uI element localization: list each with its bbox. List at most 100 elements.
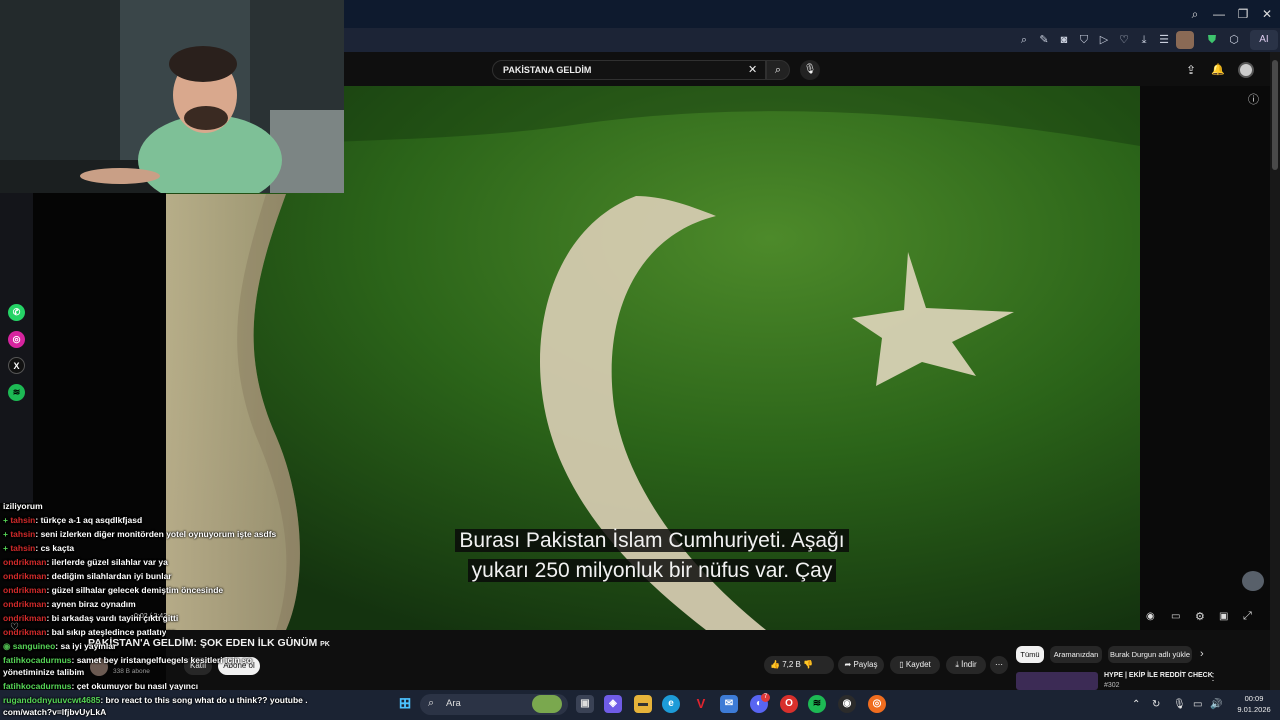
chat-line: + tahsin: cs kaçta — [3, 543, 75, 553]
heart-icon: ♡ — [10, 622, 19, 633]
search-icon: ⌕ — [774, 64, 782, 76]
spotify-taskbar-icon[interactable]: ≋ — [808, 695, 826, 713]
info-icon[interactable]: ⓘ — [1248, 91, 1259, 107]
chip-channel-uploads[interactable]: Burak Durgun adlı yükle — [1108, 646, 1192, 663]
chips-next-icon[interactable]: › — [1200, 648, 1204, 660]
download-label: İndir — [961, 660, 977, 669]
heart-icon[interactable]: ♡ — [1116, 32, 1132, 48]
chat-line: ondrikman: dediğim silahlardan iyi bunla… — [3, 571, 172, 581]
share-icon: ➦ — [844, 660, 852, 669]
shield-icon[interactable]: ⛉ — [1076, 32, 1092, 48]
save-label: Kaydet — [905, 660, 931, 669]
spotify-icon: ≋ — [8, 384, 25, 401]
extension-shield-icon[interactable]: ⛊ — [1204, 32, 1220, 48]
windows-start-icon[interactable]: ⊞ — [396, 695, 414, 713]
suggested-more-icon[interactable]: ⋮ — [1208, 672, 1218, 683]
ai-label: AI — [1259, 34, 1269, 45]
minimize-button[interactable]: — — [1210, 6, 1228, 22]
miniplayer-icon[interactable]: ▣ — [1219, 611, 1228, 622]
captions-icon[interactable]: ▭ — [1171, 611, 1180, 622]
more-actions-icon[interactable]: ⋯ — [990, 656, 1008, 674]
edge-icon[interactable]: e — [662, 695, 680, 713]
whatsapp-icon: ✆ — [8, 304, 25, 321]
mic-tray-icon[interactable]: 🎙 — [1173, 699, 1186, 710]
flag-label: PK — [320, 641, 330, 648]
download-icon[interactable]: ⤓ — [1136, 32, 1152, 48]
voice-search-button[interactable]: 🎙 — [800, 60, 820, 80]
chip-all[interactable]: Tümü — [1016, 646, 1044, 663]
valorant-icon[interactable]: V — [692, 695, 710, 713]
play-icon[interactable]: ▷ — [1096, 32, 1112, 48]
chat-line: + tahsin: seni izlerken diğer monitörden… — [3, 529, 277, 539]
mic-icon: 🎙 — [803, 64, 817, 75]
save-button[interactable]: ▯ Kaydet — [890, 656, 940, 674]
chat-line: + tahsin: türkçe a-1 aq asqdlkfjasd — [3, 515, 143, 525]
subtitle-line-2: yukarı 250 milyonluk bir nüfus var. Çay — [467, 559, 837, 582]
clock-time: 00:09 — [1244, 694, 1264, 703]
channel-watermark[interactable] — [1242, 571, 1264, 591]
clear-search-icon[interactable]: ✕ — [748, 63, 757, 76]
browser-titlebar — [344, 0, 1280, 28]
download-button[interactable]: ⤓ İndir — [946, 656, 986, 674]
chat-line: ondrikman: güzel silhalar gelecek demişt… — [3, 585, 224, 595]
share-button[interactable]: ➦ Paylaş — [838, 656, 884, 674]
copilot-icon[interactable]: ◈ — [604, 695, 622, 713]
video-title: PAKİSTAN'A GELDİM: ŞOK EDEN İLK GÜNÜM PK — [88, 637, 330, 649]
bookmark-icon: ▯ — [899, 660, 904, 669]
chat-line: com/watch?v=lfjbvUyLkA — [3, 707, 107, 717]
theater-side-panel — [1140, 86, 1270, 630]
clock-date: 9.01.2026 — [1237, 705, 1271, 714]
webcam-overlay — [0, 0, 344, 193]
opera-icon[interactable]: O — [780, 695, 798, 713]
search-highlight-image — [532, 695, 562, 713]
search-button[interactable]: ⌕ — [766, 60, 790, 80]
camera-icon[interactable]: ◙ — [1056, 32, 1072, 48]
autoplay-toggle[interactable]: ◉ — [1146, 611, 1155, 622]
taskbar-clock[interactable]: 00:09 9.01.2026 — [1232, 693, 1276, 715]
suggested-title[interactable]: HYPE | EKİP İLE REDDİT CHECK — [1104, 672, 1213, 679]
discord-badge: 7 — [761, 693, 770, 702]
chat-line: ondrikman: ilerlerde güzel silahlar var … — [3, 557, 168, 567]
maximize-button[interactable]: ❐ — [1234, 6, 1252, 22]
settings-icon[interactable]: ⚙ — [1195, 610, 1205, 623]
chat-line: yönetiminize talibim — [3, 667, 85, 677]
app-icon[interactable]: ◎ — [868, 695, 886, 713]
streamer-webcam-image — [0, 0, 344, 193]
subtitle-line-1: Burası Pakistan İslam Cumhuriyeti. Aşağı — [455, 529, 849, 552]
menu-icon[interactable]: ☰ — [1156, 32, 1172, 48]
volume-icon[interactable]: 🔊 — [1210, 699, 1222, 710]
obs-icon[interactable]: ◉ — [838, 695, 856, 713]
share-label: Paylaş — [853, 660, 878, 669]
sync-icon[interactable]: ↻ — [1152, 699, 1160, 710]
ai-button[interactable]: AI — [1250, 30, 1278, 50]
chat-line: rugandodnyuuvcwt4685: bro react to this … — [3, 695, 308, 705]
download-icon: ⤓ — [955, 660, 959, 669]
video-subtitles: Burası Pakistan İslam Cumhuriyeti. Aşağı… — [424, 526, 880, 586]
scrollbar-thumb[interactable] — [1272, 60, 1278, 170]
search-icon[interactable]: ⌕ — [1186, 6, 1204, 22]
account-avatar[interactable] — [1238, 62, 1254, 78]
thumbs-up-icon: 👍 — [770, 660, 780, 669]
thumbs-down-icon: 👎 — [803, 660, 814, 669]
close-window-button[interactable]: ✕ — [1258, 6, 1276, 22]
profile-avatar[interactable] — [1176, 31, 1194, 49]
x-icon: X — [8, 357, 25, 374]
tray-overflow-icon[interactable]: ⌃ — [1132, 699, 1140, 710]
file-explorer-icon[interactable]: ▬ — [634, 695, 652, 713]
battery-icon[interactable]: ▭ — [1193, 699, 1202, 710]
suggested-sub: #302 — [1104, 682, 1120, 689]
task-view-icon[interactable]: ▣ — [576, 695, 594, 713]
suggested-thumbnail[interactable] — [1016, 672, 1098, 690]
upload-icon[interactable]: ⇪ — [1186, 63, 1196, 77]
extensions-icon[interactable]: ⬡ — [1226, 32, 1242, 48]
mail-icon[interactable]: ✉ — [720, 695, 738, 713]
search-input[interactable]: PAKİSTANA GELDİM — [492, 60, 766, 80]
fullscreen-icon[interactable]: ⤢ — [1243, 610, 1252, 623]
like-dislike-group[interactable]: 👍 7,2 B 👎 — [764, 656, 834, 674]
notifications-icon[interactable]: 🔔 — [1211, 63, 1225, 76]
search-label: Ara — [446, 698, 461, 709]
social-strip — [0, 193, 33, 503]
chip-from-search[interactable]: Aramanızdan — [1050, 646, 1102, 663]
edit-icon[interactable]: ✎ — [1036, 32, 1052, 48]
zoom-icon[interactable]: ⌕ — [1016, 32, 1032, 48]
